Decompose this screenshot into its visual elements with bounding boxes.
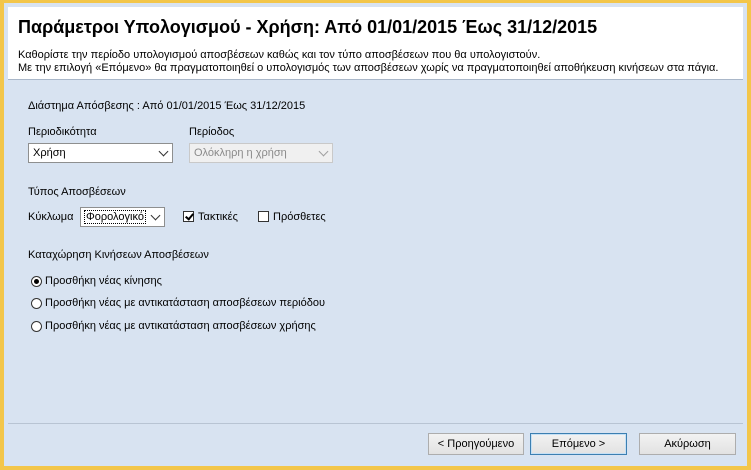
radio-replace-year[interactable] [31, 321, 42, 332]
description-text: Καθορίστε την περίοδο υπολογισμού αποσβέ… [18, 49, 718, 75]
button-bar: < Προηγούμενο Επόμενο > Ακύρωση [8, 423, 743, 464]
chevron-down-icon [158, 144, 168, 162]
dialog-header: Παράμετροι Υπολογισμού - Χρήση: Από 01/0… [8, 7, 743, 80]
description-line-1: Καθορίστε την περίοδο υπολογισμού αποσβέ… [18, 49, 541, 61]
checkmark-icon [185, 211, 194, 221]
cancel-button[interactable]: Ακύρωση [639, 433, 736, 455]
periodicity-label: Περιοδικότητα [28, 126, 97, 138]
depreciation-range-label: Διάστημα Απόσβεσης : Από 01/01/2015 Έως … [28, 100, 306, 112]
period-value: Ολόκληρη η χρήση [194, 147, 287, 159]
dialog-window: Παράμετροι Υπολογισμού - Χρήση: Από 01/0… [0, 0, 751, 470]
description-line-2: Με την επιλογή «Επόμενο» θα πραγματοποιη… [18, 62, 719, 74]
cycle-value: Φορολογικό [84, 210, 146, 224]
radio-new-movement-label: Προσθήκη νέας κίνησης [45, 275, 162, 287]
radio-replace-year-label: Προσθήκη νέας με αντικατάσταση αποσβέσεω… [45, 320, 316, 332]
additional-checkbox[interactable] [258, 211, 269, 222]
regular-checkbox[interactable] [183, 211, 194, 222]
depreciation-type-label: Τύπος Αποσβέσεων [28, 186, 126, 198]
chevron-down-icon [318, 144, 328, 162]
next-button[interactable]: Επόμενο > [530, 433, 627, 455]
radio-selected-dot [34, 279, 39, 284]
periodicity-value: Χρήση [33, 147, 66, 159]
additional-label: Πρόσθετες [273, 211, 326, 223]
cycle-select[interactable]: Φορολογικό [80, 207, 165, 227]
parameters-panel: Διάστημα Απόσβεσης : Από 01/01/2015 Έως … [8, 89, 743, 425]
previous-button[interactable]: < Προηγούμενο [428, 433, 524, 455]
cycle-label: Κύκλωμα [28, 211, 74, 223]
radio-replace-period[interactable] [31, 298, 42, 309]
regular-label: Τακτικές [198, 211, 238, 223]
radio-new-movement[interactable] [31, 276, 42, 287]
page-title: Παράμετροι Υπολογισμού - Χρήση: Από 01/0… [18, 17, 598, 37]
movements-label: Καταχώρηση Κινήσεων Αποσβέσεων [28, 249, 209, 261]
periodicity-select[interactable]: Χρήση [28, 143, 173, 163]
period-select: Ολόκληρη η χρήση [189, 143, 333, 163]
chevron-down-icon [150, 208, 160, 226]
radio-replace-period-label: Προσθήκη νέας με αντικατάσταση αποσβέσεω… [45, 297, 325, 309]
period-label: Περίοδος [189, 126, 235, 138]
